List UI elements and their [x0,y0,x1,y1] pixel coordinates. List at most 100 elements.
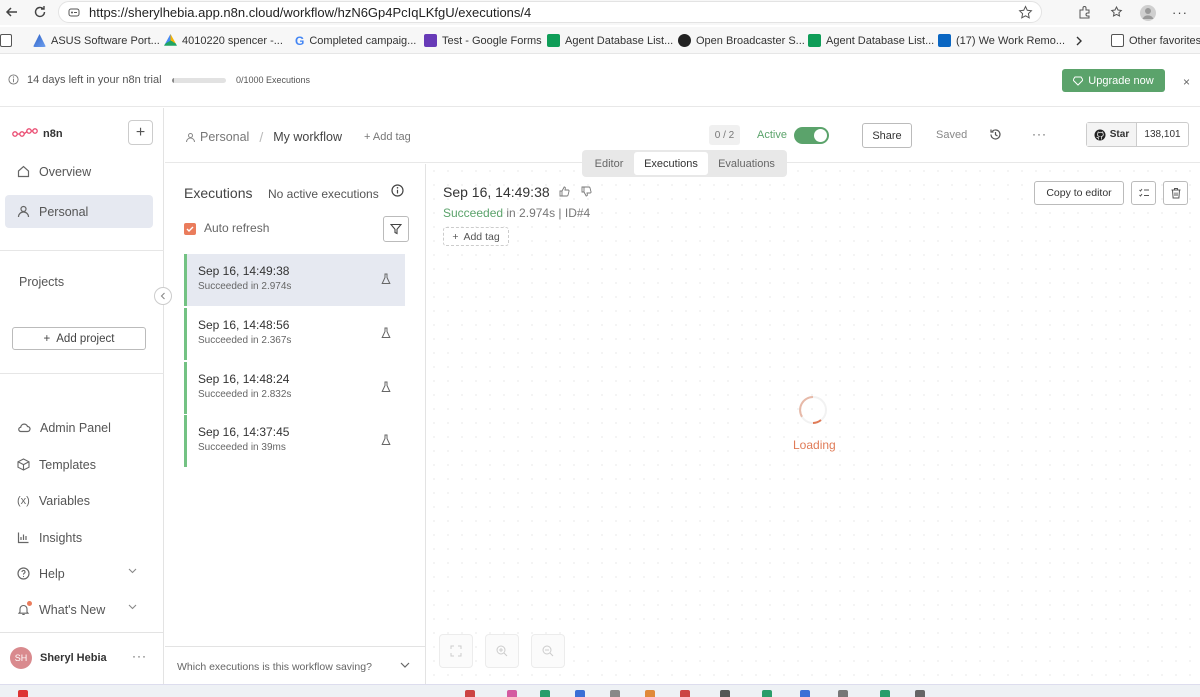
sidebar-item-templates[interactable]: Templates [5,448,153,481]
execution-canvas[interactable]: Sep 16, 14:49:38 Succeeded in 2.974s | I… [427,164,1200,682]
close-banner-icon[interactable]: × [1183,75,1190,89]
execution-item[interactable]: Sep 16, 14:49:38 Succeeded in 2.974s [184,254,405,306]
create-new-button[interactable]: + [128,120,153,145]
user-profile-row[interactable]: SH Sheryl Hebia ··· [0,632,164,684]
flask-icon[interactable] [381,434,391,446]
drive-icon [164,34,177,46]
bookmark-linkedin[interactable]: (17) We Work Remo... [938,27,1065,54]
bookmark-drive[interactable]: 4010220 spencer -... [164,27,283,54]
os-taskbar [0,684,1200,697]
bookmark-asus[interactable]: ASUS Software Port... [33,27,160,54]
taskbar-app-icon[interactable] [18,690,28,697]
collections-icon[interactable] [1102,2,1130,24]
history-icon[interactable] [989,128,1002,141]
more-options-icon[interactable]: ··· [1032,127,1047,141]
taskbar-app-icon[interactable] [720,690,730,697]
bookmark-obs[interactable]: Open Broadcaster S... [678,27,805,54]
tab-evaluations[interactable]: Evaluations [708,152,785,175]
bookmark-agent-db-2[interactable]: Agent Database List... [808,27,934,54]
favorite-star-icon[interactable] [1018,5,1033,20]
taskbar-app-icon[interactable] [762,690,772,697]
filter-executions-button[interactable] [383,216,409,242]
loading-spinner-icon [797,394,829,426]
taskbar-app-icon[interactable] [838,690,848,697]
user-menu-icon[interactable]: ··· [132,649,147,663]
refresh-icon[interactable] [28,0,52,24]
workflow-name[interactable]: My workflow [273,130,342,144]
annotate-execution-button[interactable] [1131,181,1156,205]
bookmark-google-forms[interactable]: Test - Google Forms [424,27,542,54]
flask-icon[interactable] [381,273,391,285]
taskbar-app-icon[interactable] [680,690,690,697]
bookmark-folder-icon[interactable] [0,27,17,54]
breadcrumb-personal[interactable]: Personal [200,130,249,144]
delete-execution-button[interactable] [1163,181,1188,205]
taskbar-app-icon[interactable] [465,690,475,697]
add-project-button[interactable]: + Add project [12,327,146,350]
tab-editor[interactable]: Editor [584,152,634,175]
profile-avatar-icon[interactable] [1134,2,1162,24]
sidebar-item-variables[interactable]: (x) Variables [5,484,153,517]
sidebar-item-help[interactable]: Help [5,557,153,590]
execution-status-text: Succeeded [443,206,504,220]
taskbar-app-icon[interactable] [610,690,620,697]
user-icon [17,205,30,218]
auto-refresh-checkbox[interactable] [184,223,196,235]
github-star[interactable]: Star [1087,123,1137,146]
upgrade-now-button[interactable]: Upgrade now [1062,69,1165,92]
version-badge[interactable]: 0 / 2 [709,125,740,145]
trial-banner: 14 days left in your n8n trial 0/1000 Ex… [0,55,1200,107]
taskbar-app-icon[interactable] [575,690,585,697]
executions-progress-fill [172,78,175,83]
bar-chart-icon [17,531,30,544]
bookmark-google[interactable]: G Completed campaig... [295,27,416,54]
tab-executions[interactable]: Executions [634,152,708,175]
auto-refresh-label[interactable]: Auto refresh [204,221,269,235]
flask-icon[interactable] [381,381,391,393]
saved-executions-dropdown[interactable]: Which executions is this workflow saving… [165,646,426,687]
thumbs-down-icon[interactable] [581,186,592,197]
active-toggle[interactable] [794,127,829,144]
taskbar-app-icon[interactable] [800,690,810,697]
fit-view-button[interactable] [439,634,473,668]
back-icon[interactable] [0,0,24,24]
info-icon[interactable] [391,184,404,197]
google-icon: G [295,33,305,48]
other-favorites[interactable]: Other favorites [1111,27,1200,54]
execution-time: Sep 16, 14:48:56 [198,318,290,332]
zoom-in-button[interactable] [485,634,519,668]
address-bar[interactable]: https://sherylhebia.app.n8n.cloud/workfl… [58,1,1042,23]
sidebar-item-whats-new[interactable]: What's New [5,593,153,626]
taskbar-app-icon[interactable] [915,690,925,697]
browser-menu-icon[interactable]: ··· [1166,2,1194,24]
executions-list-panel: Executions No active executions Auto ref… [165,164,426,697]
taskbar-app-icon[interactable] [540,690,550,697]
share-button[interactable]: Share [862,123,912,148]
filter-icon [390,223,402,235]
executions-count: 0/1000 Executions [236,75,311,85]
extensions-icon[interactable] [1070,2,1098,24]
collapse-sidebar-button[interactable] [154,287,172,305]
taskbar-app-icon[interactable] [880,690,890,697]
sidebar-item-insights[interactable]: Insights [5,521,153,554]
execution-item[interactable]: Sep 16, 14:48:56 Succeeded in 2.367s [184,308,405,360]
n8n-logo[interactable]: n8n [12,128,63,140]
thumbs-up-icon[interactable] [559,186,570,197]
bookmark-agent-db-1[interactable]: Agent Database List... [547,27,673,54]
sidebar-item-personal[interactable]: Personal [5,195,153,228]
taskbar-app-icon[interactable] [507,690,517,697]
bookmarks-more-icon[interactable] [1074,27,1084,54]
obs-icon [678,34,691,47]
taskbar-app-icon[interactable] [645,690,655,697]
site-info-icon[interactable] [67,5,81,19]
flask-icon[interactable] [381,327,391,339]
zoom-out-button[interactable] [531,634,565,668]
sidebar-item-overview[interactable]: Overview [5,155,153,188]
github-star-button[interactable]: Star 138,101 [1086,122,1189,147]
add-tag-link[interactable]: + Add tag [364,131,411,143]
execution-item[interactable]: Sep 16, 14:48:24 Succeeded in 2.832s [184,362,405,414]
sidebar-item-admin-panel[interactable]: Admin Panel [5,411,153,444]
add-tag-button[interactable]: + Add tag [443,227,509,246]
copy-to-editor-button[interactable]: Copy to editor [1034,181,1124,205]
execution-item[interactable]: Sep 16, 14:37:45 Succeeded in 39ms [184,415,405,467]
